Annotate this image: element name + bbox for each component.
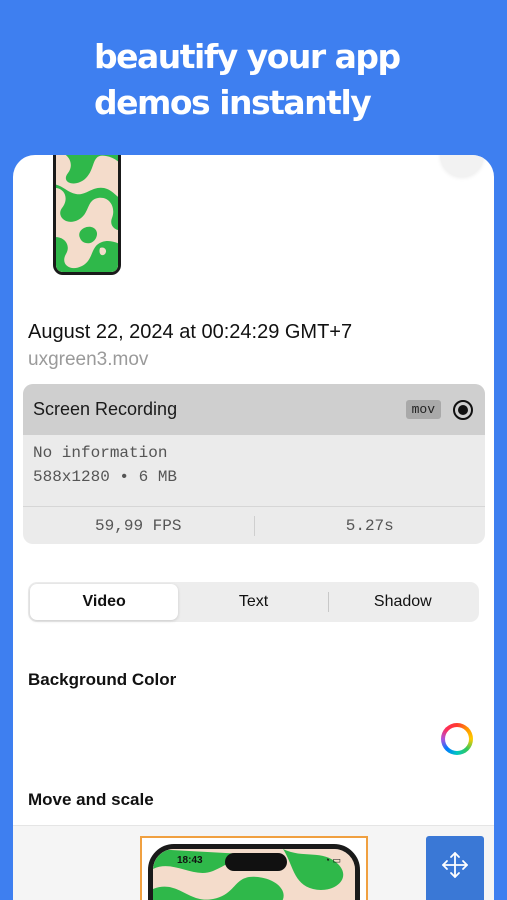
headline: beautify your app demos instantly <box>94 34 401 126</box>
video-date: August 22, 2024 at 00:24:29 GMT+7 <box>28 321 353 343</box>
status-time: 18:43 <box>177 855 203 866</box>
info-card-body: No information 588x1280 • 6 MB <box>23 435 485 506</box>
info-card-header: Screen Recording mov <box>23 384 485 435</box>
video-filename: uxgreen3.mov <box>28 349 149 370</box>
record-icon[interactable] <box>453 399 473 420</box>
preview-selection-frame[interactable]: 18:43 ◔ ▭ <box>140 836 368 900</box>
tab-shadow[interactable]: Shadow <box>329 584 477 620</box>
dynamic-island <box>225 853 287 871</box>
info-description: No information <box>33 444 168 462</box>
info-card-title: Screen Recording <box>33 399 178 419</box>
video-thumbnail[interactable] <box>53 155 121 275</box>
duration-value: 5.27s <box>345 516 394 535</box>
background-color-heading: Background Color <box>28 670 177 689</box>
tab-video[interactable]: Video <box>30 584 179 620</box>
format-badge: mov <box>405 400 441 419</box>
info-card-stats: 59,99 FPS 5.27s <box>23 506 485 544</box>
fps-value: 59,99 FPS <box>95 516 182 535</box>
editor-tabs: Video Text Shadow <box>28 582 479 622</box>
green-pattern-image <box>56 155 118 272</box>
wifi-battery-icon: ◔ ▭ <box>324 855 341 865</box>
info-details: 588x1280 • 6 MB <box>33 468 178 486</box>
close-button[interactable] <box>440 155 484 177</box>
phone-preview: 18:43 ◔ ▭ <box>148 844 360 900</box>
move-and-scale-heading: Move and scale <box>28 790 154 809</box>
recording-info-card: Screen Recording mov No information 588x… <box>23 384 485 544</box>
tab-text[interactable]: Text <box>179 584 327 620</box>
headline-line-2: demos instantly <box>94 83 372 122</box>
move-button[interactable] <box>426 836 484 900</box>
editor-sheet: August 22, 2024 at 00:24:29 GMT+7 uxgree… <box>13 155 494 900</box>
headline-line-1: beautify your app <box>94 37 401 76</box>
color-wheel-icon[interactable] <box>441 723 473 755</box>
preview-canvas: 18:43 ◔ ▭ <box>13 825 494 900</box>
move-arrows-icon <box>442 852 468 878</box>
